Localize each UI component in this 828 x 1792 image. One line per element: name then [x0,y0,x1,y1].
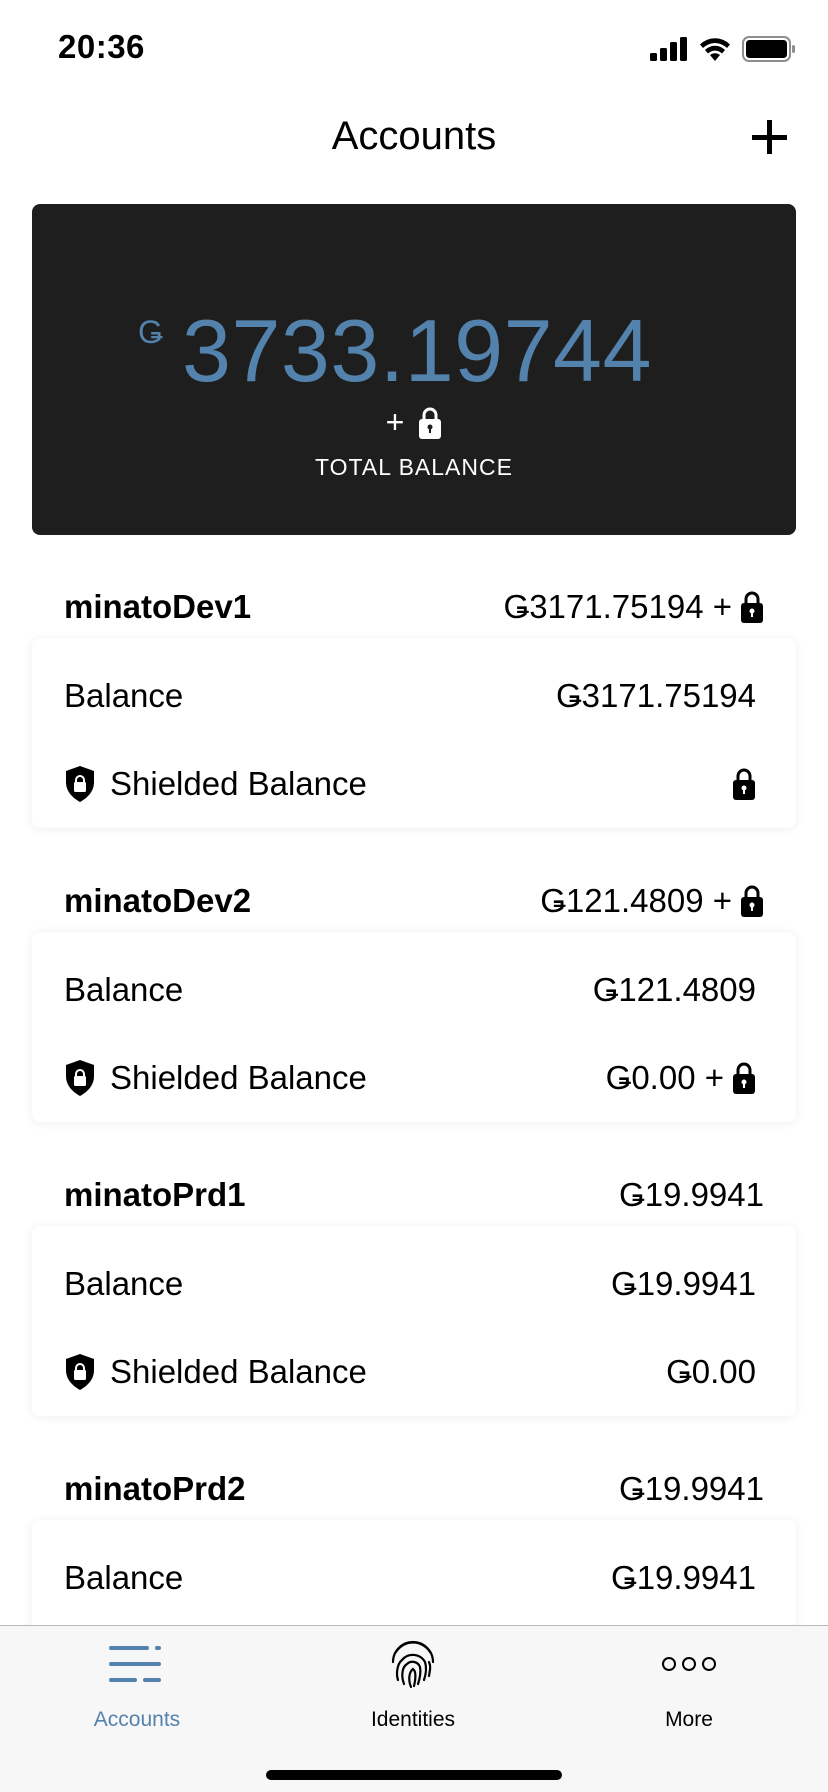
list-icon [109,1646,161,1682]
signal-icon [650,37,687,61]
lock-icon [741,885,763,917]
account-name: minatoPrd1 [64,1176,246,1213]
balance-row[interactable]: Balance Ǥ19.9941 [64,1548,756,1608]
tab-label: More [665,1708,713,1731]
account-total-value: Ǥ121.4809 + [540,882,732,919]
lock-icon [741,591,763,623]
total-balance-card[interactable]: Ǥ 3733.19744 + TOTAL BALANCE [32,204,796,535]
shield-lock-icon [66,1060,94,1096]
account-name: minatoDev1 [64,588,252,625]
account-card[interactable]: minatoPrd1 Ǥ19.9941 Balance Ǥ19.9941 Shi… [0,1164,828,1416]
shielded-balance-label: Shielded Balance [110,1059,367,1096]
balance-value: Ǥ19.9941 [611,1265,756,1302]
account-total-value: Ǥ19.9941 [619,1470,764,1507]
battery-icon [742,36,795,62]
shielded-balance-label: Shielded Balance [110,765,367,802]
account-total: Ǥ3171.75194 + [504,588,764,626]
tab-more[interactable]: More [589,1626,789,1736]
status-time: 20:36 [58,28,145,65]
shield-lock-icon [66,766,94,802]
account-card[interactable]: minatoPrd2 Ǥ19.9941 Balance Ǥ19.9941 [0,1458,828,1710]
balance-value: Ǥ19.9941 [611,1559,756,1596]
account-header[interactable]: minatoDev1 Ǥ3171.75194 + [0,576,828,646]
balance-label: Balance [64,1265,184,1302]
account-name: minatoDev2 [64,882,252,919]
home-indicator [266,1770,562,1780]
account-total-value: Ǥ3171.75194 + [503,588,732,625]
shielded-balance-value: Ǥ0.00 + [605,1059,724,1096]
account-card[interactable]: minatoDev2 Ǥ121.4809 + Balance Ǥ121.4809 [0,870,828,1122]
total-amount: 3733.19744 [182,301,652,400]
account-header[interactable]: minatoPrd2 Ǥ19.9941 [0,1458,828,1528]
tab-label: Accounts [93,1708,181,1731]
account-total: Ǥ19.9941 [619,1470,764,1508]
header: Accounts [0,100,828,180]
shielded-balance-value: Ǥ0.00 [666,1353,756,1390]
balance-row[interactable]: Balance Ǥ3171.75194 [64,666,756,726]
balance-row[interactable]: Balance Ǥ19.9941 [64,1254,756,1314]
account-total: Ǥ121.4809 + [540,882,764,920]
total-shielded-indicator: + [32,404,796,441]
balance-label: Balance [64,971,184,1008]
total-balance-label: TOTAL BALANCE [315,454,513,480]
currency-symbol: Ǥ [138,314,163,350]
account-header[interactable]: minatoPrd1 Ǥ19.9941 [0,1164,828,1234]
balance-value: Ǥ121.4809 [592,971,756,1008]
account-header[interactable]: minatoDev2 Ǥ121.4809 + [0,870,828,940]
status-icons [650,36,796,62]
account-name: minatoPrd2 [64,1470,246,1507]
lock-icon [419,407,442,439]
tab-identities[interactable]: Identities [313,1626,513,1736]
lock-icon [733,1062,755,1094]
fingerprint-icon [391,1640,435,1689]
account-details: Balance Ǥ3171.75194 Shielded Balance [32,638,796,828]
balance-value: Ǥ3171.75194 [555,677,756,714]
plus-sign: + [385,404,405,440]
status-bar: 20:36 [0,0,828,100]
tab-accounts[interactable]: Accounts [37,1626,237,1736]
shielded-balance-row[interactable]: Shielded Balance Ǥ0.00 + [64,1048,756,1108]
balance-label: Balance [64,677,184,714]
account-details: Balance Ǥ19.9941 Shielded Balance Ǥ0.00 [32,1226,796,1416]
page-title: Accounts [331,114,497,158]
account-card[interactable]: minatoDev1 Ǥ3171.75194 + Balance Ǥ3171.7… [0,576,828,828]
lock-icon [733,768,755,800]
balance-row[interactable]: Balance Ǥ121.4809 [64,960,756,1020]
add-account-button[interactable] [748,116,792,160]
shielded-balance-row[interactable]: Shielded Balance Ǥ0.00 [64,1342,756,1402]
shielded-balance-row[interactable]: Shielded Balance [64,754,756,814]
more-dots-icon [662,1657,716,1671]
shield-lock-icon [66,1354,94,1390]
account-total-value: Ǥ19.9941 [619,1176,764,1213]
balance-label: Balance [64,1559,184,1596]
tab-bar: Accounts Identities More [0,1625,828,1792]
account-total: Ǥ19.9941 [619,1176,764,1214]
wifi-icon [700,38,730,61]
tab-label: Identities [370,1708,456,1731]
account-details: Balance Ǥ121.4809 Shielded Balance Ǥ0.00… [32,932,796,1122]
shielded-balance-label: Shielded Balance [110,1353,367,1390]
